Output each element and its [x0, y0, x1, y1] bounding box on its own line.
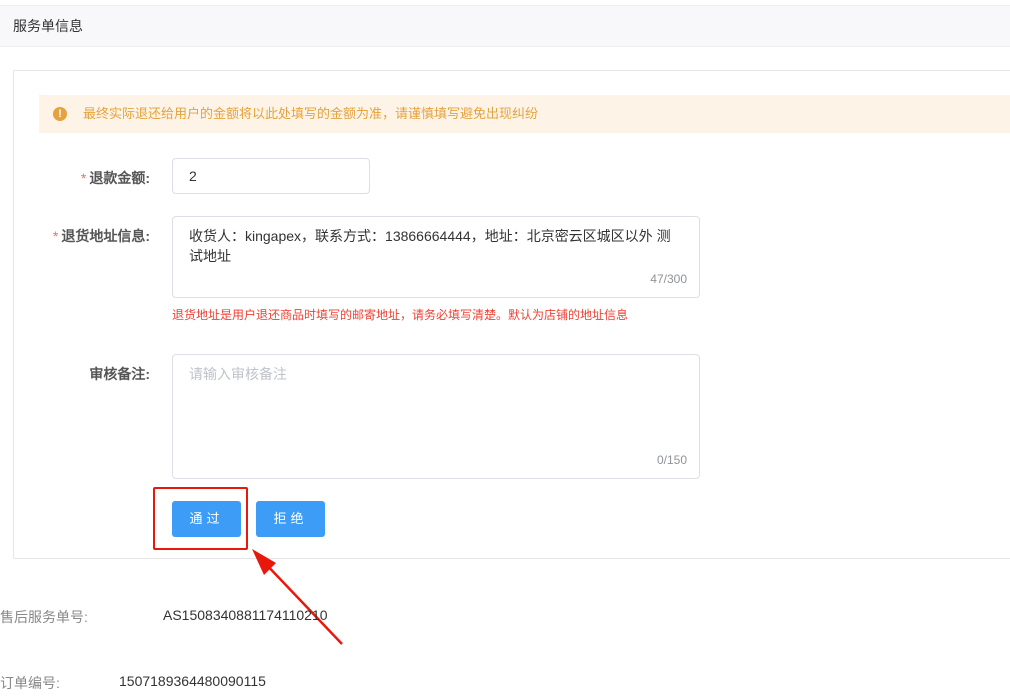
service-no-value: AS1508340881174110210: [163, 607, 328, 623]
service-no-label: 售后服务单号:: [0, 609, 88, 625]
annotation-arrow: [252, 549, 343, 645]
order-no-label: 订单编号:: [0, 675, 60, 691]
order-no-value: 1507189364480090115: [119, 673, 266, 689]
